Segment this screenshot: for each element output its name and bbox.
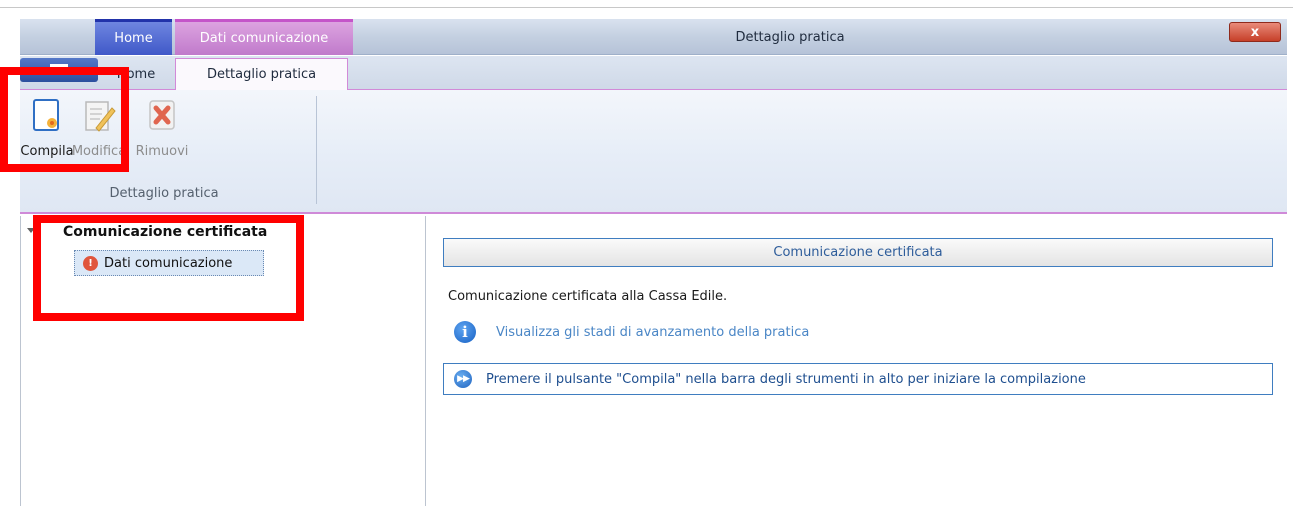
hint-message: ▶▶ Premere il pulsante "Compila" nella b… xyxy=(443,363,1273,395)
ribbon-tabs: Home Dettaglio pratica xyxy=(20,56,1287,90)
tab-dettaglio-pratica[interactable]: Dettaglio pratica xyxy=(175,58,348,90)
progress-stages-link[interactable]: Visualizza gli stadi di avanzamento dell… xyxy=(496,325,809,340)
close-button[interactable]: x xyxy=(1229,22,1281,42)
ribbon-group-label: Dettaglio pratica xyxy=(109,186,219,201)
title-bar: Home Dati comunicazione Dettaglio pratic… xyxy=(20,19,1287,55)
rimuovi-button[interactable]: Rimuovi xyxy=(135,98,189,170)
context-tab-home[interactable]: Home xyxy=(95,19,172,55)
hint-text: Premere il pulsante "Compila" nella barr… xyxy=(486,371,1086,387)
highlight-box-tree xyxy=(33,215,304,321)
delete-icon xyxy=(149,100,175,130)
section-header: Comunicazione certificata xyxy=(443,238,1273,267)
section-description: Comunicazione certificata alla Cassa Edi… xyxy=(448,289,728,304)
fast-forward-icon: ▶▶ xyxy=(454,370,472,388)
top-divider xyxy=(0,7,1293,8)
info-icon: i xyxy=(454,321,476,343)
window-title: Dettaglio pratica xyxy=(735,29,845,45)
close-icon: x xyxy=(1250,24,1260,40)
ribbon: Compila Modifica Rimuovi Dettaglio prati… xyxy=(20,90,1287,214)
rimuovi-label: Rimuovi xyxy=(135,144,189,159)
highlight-box-compila xyxy=(0,67,129,172)
ribbon-group-separator xyxy=(316,96,317,204)
context-tab-dati-comunicazione[interactable]: Dati comunicazione xyxy=(175,19,353,55)
